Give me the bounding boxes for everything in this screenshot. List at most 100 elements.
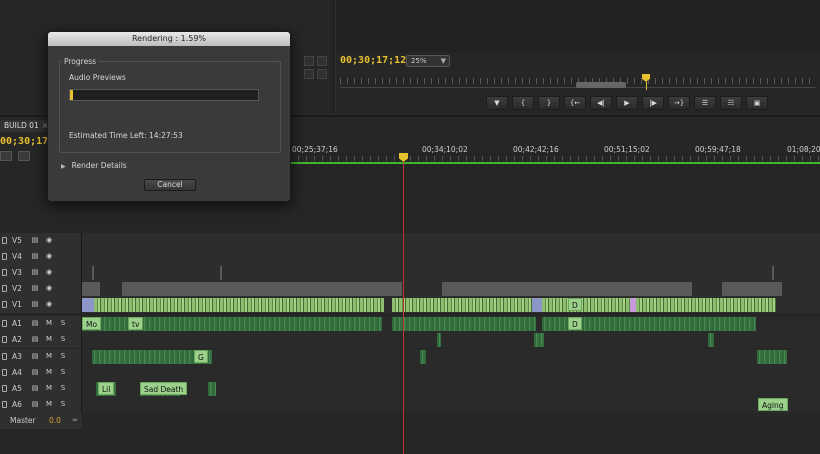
sync-lock-icon[interactable]: ▤ <box>30 318 40 329</box>
clip[interactable] <box>92 266 94 280</box>
track-content[interactable] <box>82 233 820 249</box>
eye-icon[interactable]: ◉ <box>44 299 54 310</box>
clip[interactable] <box>82 282 100 296</box>
insert-icon[interactable] <box>304 56 314 66</box>
track-name[interactable]: A5 <box>12 384 22 393</box>
master-keyframe-icon[interactable]: ≈ <box>72 416 78 424</box>
clip[interactable] <box>392 317 536 331</box>
solo-button[interactable]: S <box>58 334 68 345</box>
clip-label[interactable]: G <box>194 350 208 363</box>
sync-lock-icon[interactable]: ▤ <box>30 235 40 246</box>
mute-button[interactable]: M <box>44 334 54 345</box>
track-content[interactable]: G <box>82 349 820 365</box>
export-frame-button[interactable]: ▣ <box>746 96 768 110</box>
clip-label[interactable]: Mo <box>82 317 102 330</box>
sync-lock-icon[interactable]: ▤ <box>30 267 40 278</box>
clip[interactable] <box>772 266 774 280</box>
export-icon[interactable] <box>304 69 314 79</box>
clip[interactable] <box>220 266 222 280</box>
clip[interactable] <box>757 350 787 364</box>
lock-icon[interactable] <box>2 401 7 408</box>
zoom-scroll-handle[interactable] <box>576 82 626 88</box>
eye-icon[interactable]: ◉ <box>44 251 54 262</box>
clip[interactable] <box>122 282 312 296</box>
master-volume-value[interactable]: 0.0 <box>49 416 61 425</box>
step-back-button[interactable]: ◀| <box>590 96 612 110</box>
go-to-in-button[interactable]: {← <box>564 96 586 110</box>
lock-icon[interactable] <box>2 269 7 276</box>
mute-button[interactable]: M <box>44 367 54 378</box>
solo-button[interactable]: S <box>58 318 68 329</box>
overwrite-icon[interactable] <box>317 56 327 66</box>
lift-button[interactable]: ☰ <box>694 96 716 110</box>
eye-icon[interactable]: ◉ <box>44 283 54 294</box>
mute-button[interactable]: M <box>44 399 54 410</box>
solo-button[interactable]: S <box>58 383 68 394</box>
eye-icon[interactable]: ◉ <box>44 235 54 246</box>
sync-lock-icon[interactable]: ▤ <box>30 399 40 410</box>
add-marker-icon[interactable] <box>18 151 30 161</box>
clip-label[interactable]: Lil <box>98 382 115 395</box>
program-timecode[interactable]: 00;30;17;12 <box>340 55 406 66</box>
mute-button[interactable]: M <box>44 351 54 362</box>
sync-lock-icon[interactable]: ▤ <box>30 383 40 394</box>
render-details-toggle[interactable]: ▶ Render Details <box>61 161 127 170</box>
clip[interactable] <box>392 298 532 312</box>
clip[interactable] <box>532 298 542 312</box>
track-content[interactable] <box>82 281 820 297</box>
track-name[interactable]: A1 <box>12 319 22 328</box>
clip[interactable] <box>208 382 216 396</box>
track-name[interactable]: A3 <box>12 352 22 361</box>
clip[interactable] <box>312 282 402 296</box>
extract-button[interactable]: ☷ <box>720 96 742 110</box>
track-name[interactable]: V4 <box>12 252 22 261</box>
clip[interactable] <box>542 298 630 312</box>
play-button[interactable]: ▶ <box>616 96 638 110</box>
solo-button[interactable]: S <box>58 399 68 410</box>
clip-label[interactable]: Sad Death <box>140 382 188 395</box>
cancel-button[interactable]: Cancel <box>144 179 196 191</box>
track-content[interactable]: Lil Sad Death <box>82 381 820 397</box>
clip-label[interactable]: D <box>568 317 582 330</box>
track-content[interactable]: D <box>82 297 820 313</box>
mute-button[interactable]: M <box>44 383 54 394</box>
track-name[interactable]: A4 <box>12 368 22 377</box>
sequence-tab[interactable]: BUILD 01 × <box>0 120 53 132</box>
marker-button[interactable]: ▼ <box>486 96 508 110</box>
clip-label[interactable]: D <box>568 298 582 311</box>
out-point-button[interactable]: } <box>538 96 560 110</box>
track-content[interactable]: Aging <box>82 397 820 413</box>
clip[interactable] <box>722 282 782 296</box>
track-content[interactable]: Mo tv D <box>82 316 820 332</box>
eye-icon[interactable]: ◉ <box>44 267 54 278</box>
lock-icon[interactable] <box>2 369 7 376</box>
solo-button[interactable]: S <box>58 351 68 362</box>
settings-icon[interactable] <box>317 69 327 79</box>
solo-button[interactable]: S <box>58 367 68 378</box>
lock-icon[interactable] <box>2 285 7 292</box>
sync-lock-icon[interactable]: ▤ <box>30 367 40 378</box>
go-to-out-button[interactable]: →} <box>668 96 690 110</box>
track-name[interactable]: V5 <box>12 236 22 245</box>
clip[interactable] <box>534 333 544 347</box>
clip[interactable] <box>437 333 441 347</box>
lock-icon[interactable] <box>2 353 7 360</box>
clip[interactable] <box>94 298 384 312</box>
track-name[interactable]: V2 <box>12 284 22 293</box>
sync-lock-icon[interactable]: ▤ <box>30 351 40 362</box>
sync-lock-icon[interactable]: ▤ <box>30 334 40 345</box>
clip-label[interactable]: tv <box>128 317 144 330</box>
sync-lock-icon[interactable]: ▤ <box>30 299 40 310</box>
zoom-select[interactable]: 25% ▼ <box>406 55 450 67</box>
in-point-button[interactable]: { <box>512 96 534 110</box>
clip[interactable] <box>708 333 714 347</box>
snap-icon[interactable] <box>0 151 12 161</box>
sync-lock-icon[interactable]: ▤ <box>30 283 40 294</box>
step-forward-button[interactable]: |▶ <box>642 96 664 110</box>
clip[interactable] <box>82 317 382 331</box>
lock-icon[interactable] <box>2 320 7 327</box>
clip[interactable] <box>442 282 692 296</box>
sync-lock-icon[interactable]: ▤ <box>30 251 40 262</box>
track-name[interactable]: V1 <box>12 300 22 309</box>
track-content[interactable] <box>82 332 820 348</box>
